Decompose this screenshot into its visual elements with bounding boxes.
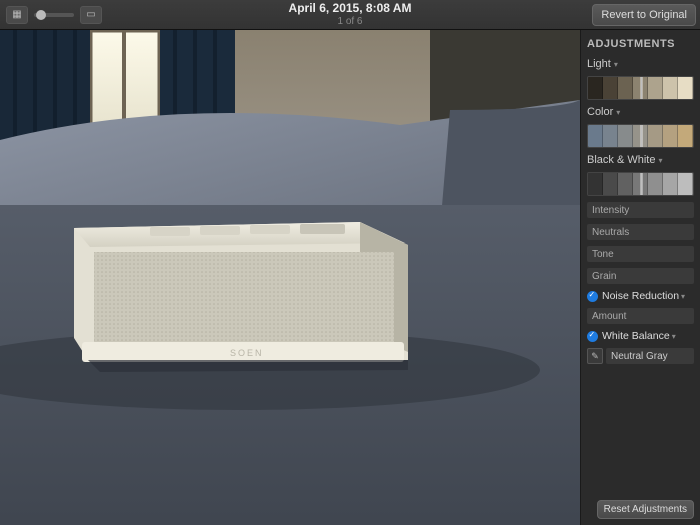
white-balance-checkbox[interactable]	[587, 331, 598, 342]
revert-to-original-button[interactable]: Revert to Original	[592, 4, 696, 26]
photo-image: SOEN	[0, 30, 580, 525]
grid-view-button[interactable]: ▦	[6, 6, 28, 24]
color-strip[interactable]	[587, 124, 694, 148]
photo-date-title: April 6, 2015, 8:08 AM	[289, 2, 412, 16]
bw-neutrals-slider[interactable]: Neutrals	[587, 224, 694, 240]
section-bw[interactable]: Black & White	[587, 154, 694, 166]
noise-reduction-row[interactable]: Noise Reduction	[587, 290, 694, 302]
white-balance-value[interactable]: Neutral Gray	[606, 348, 694, 364]
toolbar: ▦ ▭ April 6, 2015, 8:08 AM 1 of 6 Revert…	[0, 0, 700, 30]
adjustments-sidebar: ADJUSTMENTS Light Color Black & White In…	[580, 30, 700, 525]
bw-tone-slider[interactable]: Tone	[587, 246, 694, 262]
single-view-button[interactable]: ▭	[80, 6, 102, 24]
bw-intensity-slider[interactable]: Intensity	[587, 202, 694, 218]
eyedropper-button[interactable]: ✎	[587, 348, 603, 364]
toolbar-left: ▦ ▭	[0, 6, 102, 24]
noise-reduction-label: Noise Reduction	[602, 290, 685, 302]
noise-reduction-checkbox[interactable]	[587, 291, 598, 302]
photo-canvas[interactable]: SOEN	[0, 30, 580, 525]
light-strip[interactable]	[587, 76, 694, 100]
bw-grain-slider[interactable]: Grain	[587, 268, 694, 284]
adjustments-title: ADJUSTMENTS	[587, 38, 694, 50]
section-light[interactable]: Light	[587, 58, 694, 70]
toolbar-title-group: April 6, 2015, 8:08 AM 1 of 6	[289, 2, 412, 27]
main-area: SOEN ADJUSTMENTS Light Color Black & Whi…	[0, 30, 700, 525]
noise-amount-slider[interactable]: Amount	[587, 308, 694, 324]
svg-text:SOEN: SOEN	[230, 348, 264, 358]
section-color[interactable]: Color	[587, 106, 694, 118]
reset-adjustments-button[interactable]: Reset Adjustments	[597, 500, 694, 519]
white-balance-label: White Balance	[602, 330, 676, 342]
photo-index-subtitle: 1 of 6	[289, 16, 412, 28]
zoom-slider[interactable]	[34, 13, 74, 17]
bw-strip[interactable]	[587, 172, 694, 196]
white-balance-row[interactable]: White Balance	[587, 330, 694, 342]
